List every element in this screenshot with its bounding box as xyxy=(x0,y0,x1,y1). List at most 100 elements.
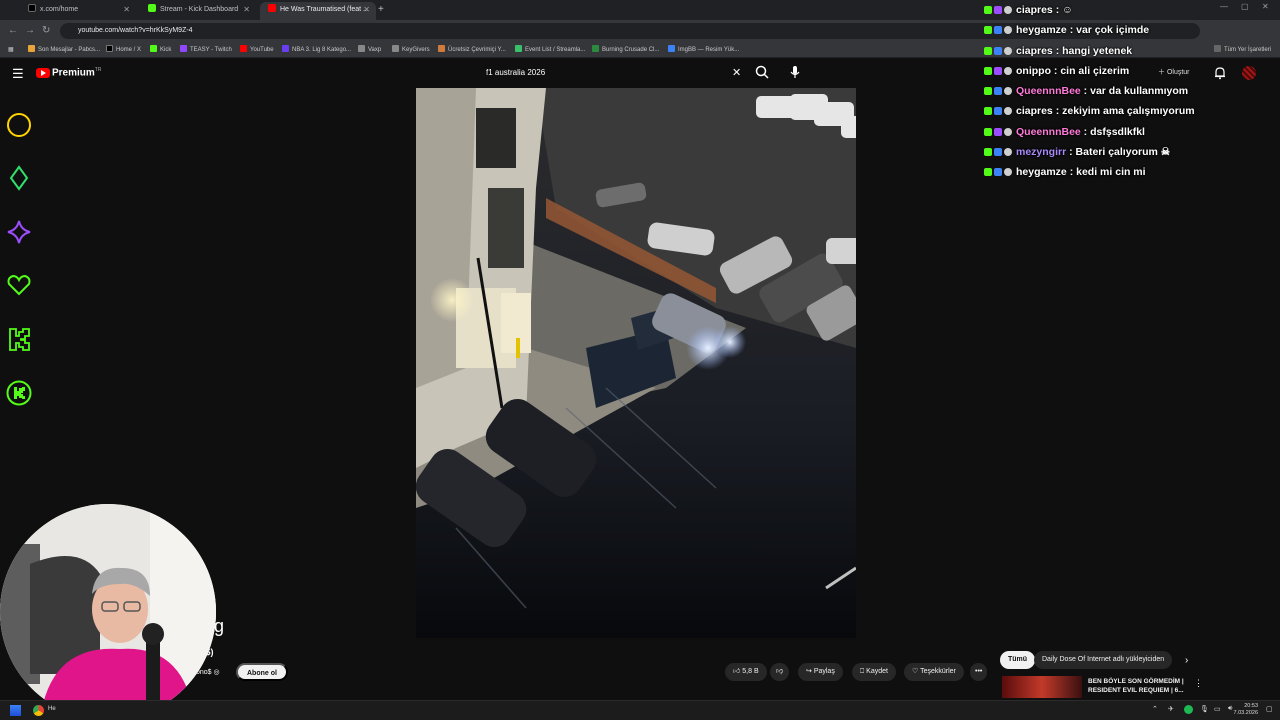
chrome-icon[interactable] xyxy=(33,705,44,716)
volume-icon[interactable]: 🔊︎ xyxy=(1228,705,1232,713)
bookmark-item[interactable]: Home / X xyxy=(106,44,141,56)
chat-text: hangi yetenek xyxy=(1062,44,1133,57)
chat-username[interactable]: QueennnBee xyxy=(1016,85,1081,97)
recommended-thumbnail[interactable] xyxy=(1002,676,1082,698)
kick-badge-icon xyxy=(984,107,992,116)
chat-text: var çok içimde xyxy=(1076,24,1150,37)
close-tab-icon[interactable]: ✕ xyxy=(123,2,130,18)
chat-text: zekiyim ama çalışmıyorum xyxy=(1062,105,1195,118)
kick-badge-icon xyxy=(984,66,992,75)
video-player[interactable] xyxy=(416,88,856,638)
chat-username[interactable]: QueennnBee xyxy=(1016,126,1081,138)
bookmark-item[interactable]: Event List / Streamla... xyxy=(515,44,585,56)
chat-text: ☺ xyxy=(1062,4,1073,16)
clear-search-icon[interactable]: ✕ xyxy=(732,66,741,79)
save-button[interactable]: ⎕ Kaydet xyxy=(852,663,896,681)
taskbar-app-label[interactable]: He xyxy=(48,706,56,712)
windows-start-icon[interactable] xyxy=(10,705,21,716)
chat-separator: : xyxy=(1052,105,1063,118)
system-clock[interactable]: 20:53 7.03.2026 xyxy=(1234,703,1258,717)
tab-youtube-video[interactable]: He Was Traumatised (feat ... ✕ xyxy=(260,2,376,20)
chat-username[interactable]: mezyngirr xyxy=(1016,146,1066,158)
bookmark-item[interactable]: ImgBB — Resim Yük... xyxy=(668,44,739,56)
kick-logo-icon xyxy=(148,4,156,12)
recommended-title[interactable]: BEN BÖYLE SON GÖRMEDİM | RESIDENT EVIL R… xyxy=(1088,677,1184,695)
chat-username[interactable]: heygamze xyxy=(1016,24,1067,36)
youtube-brand[interactable]: PremiumTR xyxy=(52,67,101,78)
microphone-icon[interactable] xyxy=(788,64,802,80)
tray-app-icon[interactable]: ✈ xyxy=(1168,705,1174,713)
heart-icon xyxy=(7,274,31,296)
chat-username[interactable]: onippo xyxy=(1016,65,1051,77)
bookmark-item[interactable]: NBA 3. Lig 8 Katego... xyxy=(282,44,351,56)
subscriber-badge-icon xyxy=(994,46,1002,55)
chat-separator: : xyxy=(1066,146,1076,159)
share-button[interactable]: ↪ Paylaş xyxy=(798,663,843,681)
bookmark-item[interactable]: Kick xyxy=(150,44,171,56)
kick-k-icon xyxy=(9,328,30,351)
video-frame xyxy=(416,88,856,638)
close-tab-icon[interactable]: ✕ xyxy=(243,2,250,18)
verified-icon: ◎ xyxy=(213,669,220,676)
emote-badge-icon xyxy=(1004,107,1012,116)
search-icon[interactable] xyxy=(754,64,770,80)
microphone-tray-icon[interactable]: 🎙︎ xyxy=(1200,705,1209,713)
chat-username[interactable]: ciapres xyxy=(1016,4,1053,16)
subscriber-badge-icon xyxy=(994,26,1002,35)
chat-separator: : xyxy=(1066,24,1077,37)
reload-icon[interactable]: ↻ xyxy=(42,25,50,36)
share-icon: ↪ xyxy=(806,668,814,675)
apps-icon[interactable]: ▦ xyxy=(8,44,14,56)
emote-badge-icon xyxy=(1004,46,1012,55)
bookmark-item[interactable]: Son Mesajlar - Pabcs... xyxy=(28,44,100,56)
like-button[interactable]: 👍︎ 5,8 B xyxy=(725,663,767,681)
windows-taskbar: He ⌃ ✈ 🎙︎ ▭ 🔊︎ 20:53 7.03.2026 ▢ xyxy=(0,700,1280,720)
subscriber-badge-icon xyxy=(994,6,1002,14)
chip-all[interactable]: Tümü xyxy=(1000,651,1036,669)
chat-username[interactable]: heygamze xyxy=(1016,166,1067,178)
chat-username[interactable]: ciapres xyxy=(1016,45,1053,57)
chip-uploader[interactable]: Daily Dose Of Internet adlı yükleyiciden xyxy=(1034,651,1173,669)
back-icon[interactable]: ← xyxy=(8,25,18,36)
search-input[interactable]: f1 australia 2026 xyxy=(480,63,750,83)
subscribe-button[interactable]: Abone ol xyxy=(236,663,288,681)
bookmark-item[interactable]: TEASY - Twitch xyxy=(180,44,232,56)
chat-username[interactable]: ciapres xyxy=(1016,105,1053,117)
menu-icon[interactable]: ☰ xyxy=(12,66,24,82)
chat-text: cin ali çizerim xyxy=(1060,64,1130,77)
bookmark-item[interactable]: Vaxp xyxy=(358,44,381,56)
chat-separator: : xyxy=(1051,64,1061,77)
youtube-logo-icon[interactable] xyxy=(36,68,50,78)
subscriber-badge-icon xyxy=(994,148,1002,157)
kick-badge-icon xyxy=(984,127,992,136)
chat-text: dsfşsdlkfkl xyxy=(1090,125,1145,138)
bookmark-item[interactable]: YouTube xyxy=(240,44,274,56)
kick-badge-icon xyxy=(984,6,992,14)
thanks-button[interactable]: ♡ Teşekkürler xyxy=(904,663,964,681)
tab-x-home[interactable]: x.com/home ✕ xyxy=(20,2,136,20)
bookmark-item[interactable]: Burning Crusade Cl... xyxy=(592,44,659,56)
chevron-right-icon[interactable]: › xyxy=(1185,655,1188,666)
chat-separator: : xyxy=(1052,4,1063,16)
kebab-menu-icon[interactable]: ⋮ xyxy=(1194,678,1203,689)
emote-badge-icon xyxy=(1004,6,1012,14)
tab-kick-dashboard[interactable]: Stream - Kick Dashboard ✕ xyxy=(140,2,256,20)
spotify-icon[interactable] xyxy=(1184,705,1193,714)
thumbs-up-icon: 👍︎ xyxy=(733,668,743,675)
chat-message: heygamze : var çok içimde xyxy=(984,20,1274,40)
dislike-button[interactable]: 👎︎ xyxy=(770,663,790,681)
tray-chevron-icon[interactable]: ⌃ xyxy=(1152,705,1158,713)
forward-icon[interactable]: → xyxy=(25,25,35,36)
bookmark-item[interactable]: Ücretsiz Çevrimiçi Y... xyxy=(438,44,506,56)
close-tab-icon[interactable]: ✕ xyxy=(363,2,370,18)
chat-text: var da kullanmıyom xyxy=(1090,85,1189,98)
kick-badge-icon xyxy=(984,168,992,177)
chat-separator: : xyxy=(1052,44,1063,57)
notifications-tray-icon[interactable]: ▢ xyxy=(1266,705,1273,713)
network-icon[interactable]: ▭ xyxy=(1214,705,1221,713)
new-tab-button[interactable]: + xyxy=(378,2,394,20)
bookmark-item[interactable]: KeyGivers xyxy=(392,44,430,56)
kick-badge-icon xyxy=(984,148,992,157)
emote-badge-icon xyxy=(1004,168,1012,177)
subscriber-badge-icon xyxy=(994,87,1002,96)
